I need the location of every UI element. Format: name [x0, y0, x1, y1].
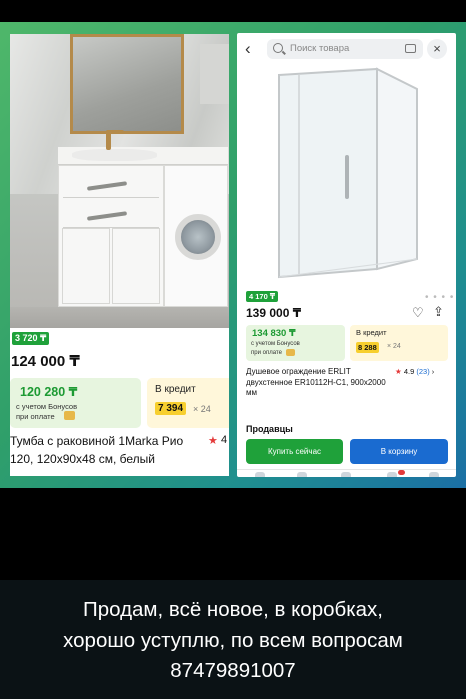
left-product-card[interactable]: 3 720 ₸ 124 000 ₸ 120 280 ₸ с учетом Бон…	[10, 34, 229, 476]
cabinet-door	[112, 228, 160, 304]
sink	[72, 149, 157, 161]
cabinet-drawer	[63, 200, 159, 228]
credit-box[interactable]: В кредит 8 288 × 24	[350, 325, 448, 361]
bonus-price-box: 134 830 ₸ с учетом Бонусов при оплате	[246, 325, 345, 361]
gallery-dots: • • • •	[425, 292, 455, 303]
bonus-price: 134 830 ₸	[252, 328, 296, 339]
credit-label: В кредит	[356, 328, 387, 337]
cabinet-drawer	[63, 170, 159, 198]
nav-cart-icon[interactable]	[387, 472, 397, 477]
bonus-text: с учетом Бонусов	[251, 341, 300, 347]
nav-home-icon[interactable]	[255, 472, 265, 477]
credit-box[interactable]: В кредит 7 394 × 24	[147, 378, 229, 428]
rating[interactable]: ★ 4.9 (23) ›	[395, 367, 434, 376]
close-icon[interactable]: ×	[427, 39, 447, 59]
cabinet-door	[62, 228, 110, 304]
right-product-card: ‹ Поиск товара × • • • • 4 170 ₸ 139 000…	[237, 33, 456, 477]
cart-count-badge	[398, 470, 405, 475]
credit-term: × 24	[193, 404, 211, 414]
bonus-card-icon	[286, 349, 295, 356]
nav-favorites-icon[interactable]	[341, 472, 351, 477]
rating-count: (23)	[416, 367, 430, 376]
bonus-badge: 3 720 ₸	[12, 332, 50, 345]
price: 124 000 ₸	[11, 353, 80, 370]
credit-amount: 8 288	[356, 342, 379, 353]
door-handle	[345, 155, 349, 199]
chevron-right-icon: ›	[431, 367, 435, 376]
bonus-text: при оплате	[251, 350, 282, 356]
vanity-cabinet	[58, 165, 164, 307]
rating-value: 4	[221, 434, 228, 446]
caption-line: Продам, всё новое, в коробках,	[82, 598, 383, 621]
star-icon: ★	[395, 367, 402, 376]
sellers-heading: Продавцы	[246, 424, 293, 434]
credit-amount: 7 394	[155, 402, 187, 415]
bonus-badge: 4 170 ₸	[246, 291, 279, 302]
search-icon	[273, 43, 283, 53]
bonus-price-box: 120 280 ₸ с учетом Бонусов при оплате	[10, 378, 141, 428]
bonus-card-icon	[64, 411, 75, 420]
nav-catalog-icon[interactable]	[297, 472, 307, 477]
product-name[interactable]: Тумба с раковиной 1Marka Рио	[10, 434, 183, 448]
screen: 3 720 ₸ 124 000 ₸ 120 280 ₸ с учетом Бон…	[0, 0, 466, 699]
drawer-handle	[86, 211, 128, 221]
mirror	[70, 34, 184, 134]
shower-enclosure-illustration	[278, 67, 418, 279]
drawer-handle	[86, 181, 128, 191]
glass-panel	[376, 67, 418, 271]
glass-panel	[278, 67, 378, 279]
product-name: Душевое ограждение ERLIT двухстенное ER1…	[246, 367, 386, 397]
price: 139 000 ₸	[246, 306, 302, 320]
caption-area: Продам, всё новое, в коробках, хорошо ус…	[0, 580, 466, 699]
faucet-spout	[106, 130, 124, 134]
right-product-photo[interactable]	[237, 63, 456, 285]
back-arrow-icon[interactable]: ‹	[245, 39, 251, 59]
buy-now-button[interactable]: Купить сейчас	[246, 439, 343, 464]
bonus-price: 120 280 ₸	[20, 385, 78, 399]
bonus-text: с учетом Бонусов	[16, 402, 78, 411]
search-input[interactable]: Поиск товара	[267, 39, 423, 59]
share-icon[interactable]: ⇪	[433, 304, 444, 320]
camera-icon[interactable]	[405, 44, 416, 53]
product-name[interactable]: 120, 120х90х48 см, белый	[10, 452, 155, 466]
washing-machine	[164, 165, 228, 307]
caption-line: хорошо уступлю, по всем вопросам	[63, 629, 403, 652]
heart-icon[interactable]: ♡	[412, 305, 424, 321]
shelf	[200, 44, 229, 104]
nav-profile-icon[interactable]	[429, 472, 439, 477]
bottom-nav-bar	[237, 469, 456, 477]
bonus-text: при оплате	[16, 412, 55, 421]
washer-drum	[175, 214, 221, 260]
search-placeholder: Поиск товара	[290, 43, 350, 54]
floor	[10, 307, 229, 328]
rating-value: 4.9	[403, 367, 415, 376]
credit-label: В кредит	[155, 384, 196, 395]
star-icon: ★	[208, 435, 218, 447]
caption-line: 87479891007	[170, 659, 296, 682]
add-to-cart-button[interactable]: В корзину	[350, 439, 448, 464]
credit-term: × 24	[387, 343, 401, 350]
left-product-photo	[10, 34, 229, 328]
